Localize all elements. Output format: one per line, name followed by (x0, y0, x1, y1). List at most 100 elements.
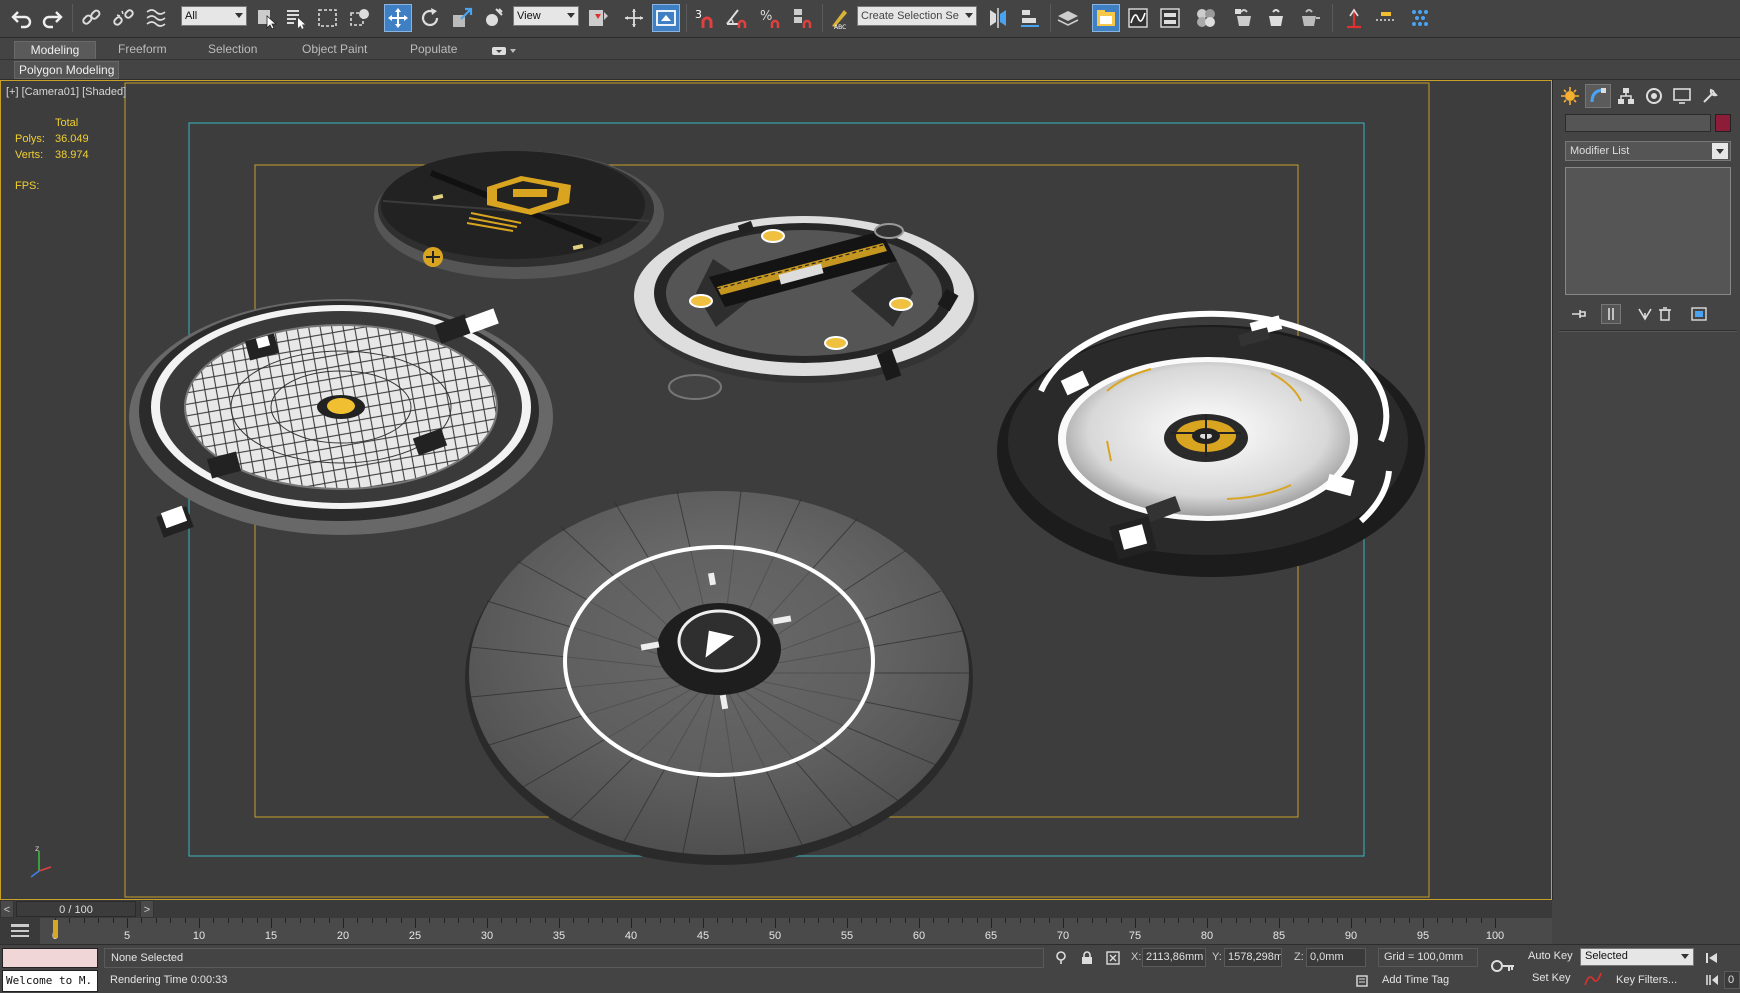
tab-populate[interactable]: Populate (402, 41, 465, 59)
viewport-scene: z (30, 82, 1430, 898)
maxscript-listener-output[interactable] (2, 948, 98, 968)
time-slider-thumb[interactable]: 0 / 100 (16, 901, 136, 917)
angle-snap-icon[interactable] (722, 4, 750, 32)
percent-snap-icon[interactable]: % (756, 4, 784, 32)
select-and-move-icon[interactable] (384, 4, 412, 32)
track-bar-tick (285, 918, 287, 923)
current-frame-marker[interactable] (53, 920, 58, 938)
track-bar-tick (1495, 918, 1496, 928)
set-key-icon[interactable] (1490, 953, 1516, 979)
reference-coordinate-dropdown[interactable]: View (513, 6, 579, 26)
rectangular-selection-icon[interactable] (314, 4, 342, 32)
selection-lock-icon[interactable] (1080, 951, 1094, 968)
tab-selection[interactable]: Selection (200, 41, 265, 59)
measure-distance-icon[interactable] (1372, 4, 1400, 32)
mirror-icon[interactable] (984, 4, 1012, 32)
pin-stack-icon[interactable] (1569, 304, 1589, 324)
selection-filter-dropdown[interactable]: All (181, 6, 247, 26)
make-unique-icon[interactable] (1635, 304, 1655, 324)
remove-modifier-icon[interactable] (1655, 304, 1675, 324)
bind-space-warp-icon[interactable] (142, 4, 170, 32)
selection-filter-value: All (185, 10, 198, 22)
camera-viewport[interactable]: z [+] [Camera01] [Shaded] Total Polys: 36… (0, 80, 1552, 900)
show-end-result-icon[interactable] (1601, 304, 1621, 324)
align-icon[interactable] (1016, 4, 1044, 32)
tab-freeform[interactable]: Freeform (110, 41, 175, 59)
select-and-rotate-icon[interactable] (416, 4, 444, 32)
particle-view-icon[interactable] (1406, 4, 1434, 32)
transform-gizmo-icon[interactable] (620, 4, 648, 32)
key-filters-button[interactable]: Key Filters... (1616, 974, 1677, 986)
track-bar-tick (1322, 918, 1324, 923)
set-key-button[interactable]: Set Key (1532, 972, 1571, 984)
current-frame-field[interactable]: 0 (1724, 971, 1740, 989)
key-mode-dropdown[interactable]: Selected (1580, 948, 1694, 966)
track-bar-tick (674, 918, 676, 923)
snaps-toggle-icon[interactable]: 3 (692, 4, 720, 32)
spinner-snap-icon[interactable] (788, 4, 816, 32)
isolate-selection-icon[interactable] (1054, 951, 1068, 968)
track-bar-tick (746, 918, 748, 923)
rendered-frame-window-icon[interactable] (1262, 4, 1290, 32)
time-tag-icon[interactable] (1356, 975, 1368, 990)
configure-modifier-sets-icon[interactable] (1689, 304, 1709, 324)
helipad-dark (374, 151, 664, 279)
track-bar-tick-label: 85 (1272, 930, 1286, 942)
redo-icon[interactable] (38, 4, 66, 32)
utilities-tab-icon[interactable] (1697, 84, 1723, 108)
pivot-center-icon[interactable] (584, 4, 612, 32)
select-by-name-icon[interactable] (282, 4, 310, 32)
auto-key-button[interactable]: Auto Key (1528, 950, 1573, 962)
hierarchy-tab-icon[interactable] (1613, 84, 1639, 108)
select-object-icon[interactable] (252, 4, 280, 32)
object-color-swatch[interactable] (1715, 114, 1731, 132)
mini-curve-editor-icon[interactable] (0, 918, 40, 944)
z-coord-field[interactable]: 0,0mm (1306, 948, 1366, 967)
viewport-label[interactable]: [+] [Camera01] [Shaded] (6, 86, 126, 98)
layer-explorer-icon[interactable] (1054, 4, 1082, 32)
tab-object-paint[interactable]: Object Paint (294, 41, 375, 59)
maxscript-mini-listener[interactable]: Welcome to M. (2, 970, 98, 992)
render-production-icon[interactable] (1296, 4, 1324, 32)
polygon-modeling-label[interactable]: Polygon Modeling (14, 61, 120, 79)
x-coord-field[interactable]: 2113,86mm (1142, 948, 1206, 967)
render-setup-icon[interactable] (1230, 4, 1258, 32)
undo-icon[interactable] (8, 4, 36, 32)
track-bar[interactable]: 0510152025303540455055606570758085909510… (0, 918, 1552, 944)
motion-tab-icon[interactable] (1641, 84, 1667, 108)
previous-key-icon[interactable] (1702, 971, 1722, 989)
window-crossing-icon[interactable] (346, 4, 374, 32)
unlink-icon[interactable] (110, 4, 138, 32)
tab-modeling[interactable]: Modeling (14, 41, 96, 59)
modifier-stack[interactable] (1565, 167, 1731, 295)
absolute-mode-icon[interactable] (1106, 951, 1120, 968)
modify-tab-icon[interactable] (1585, 84, 1611, 108)
object-name-field[interactable] (1565, 114, 1711, 132)
keyboard-shortcut-override-icon[interactable] (652, 4, 680, 32)
schematic-view-icon[interactable] (1156, 4, 1184, 32)
track-bar-tick (602, 918, 604, 923)
go-to-start-icon[interactable] (1702, 949, 1722, 967)
ribbon-options-icon[interactable] (484, 41, 526, 59)
y-coord-field[interactable]: 1578,298m (1224, 948, 1282, 967)
track-bar-tick (962, 918, 964, 923)
time-slider[interactable]: < 0 / 100 > (0, 900, 1552, 918)
time-slider-next-button[interactable]: > (140, 900, 154, 918)
hierarchy-icon[interactable] (1340, 4, 1368, 32)
track-bar-tick (832, 918, 834, 923)
create-tab-icon[interactable] (1557, 84, 1583, 108)
named-selection-dropdown[interactable]: Create Selection Se (857, 6, 977, 26)
display-tab-icon[interactable] (1669, 84, 1695, 108)
time-slider-prev-button[interactable]: < (0, 900, 14, 918)
add-time-tag-button[interactable]: Add Time Tag (1382, 974, 1449, 986)
scene-explorer-icon[interactable] (1092, 4, 1120, 32)
curve-editor-icon[interactable] (1124, 4, 1152, 32)
edit-named-selection-icon[interactable]: ABC (826, 4, 854, 32)
select-and-scale-icon[interactable] (448, 4, 476, 32)
selection-status-text: None Selected (104, 948, 1044, 968)
key-filters-curve-icon[interactable] (1584, 971, 1602, 990)
link-icon[interactable] (78, 4, 106, 32)
modifier-list-dropdown[interactable]: Modifier List (1565, 141, 1731, 161)
select-and-place-icon[interactable] (480, 4, 508, 32)
material-editor-icon[interactable] (1192, 4, 1220, 32)
